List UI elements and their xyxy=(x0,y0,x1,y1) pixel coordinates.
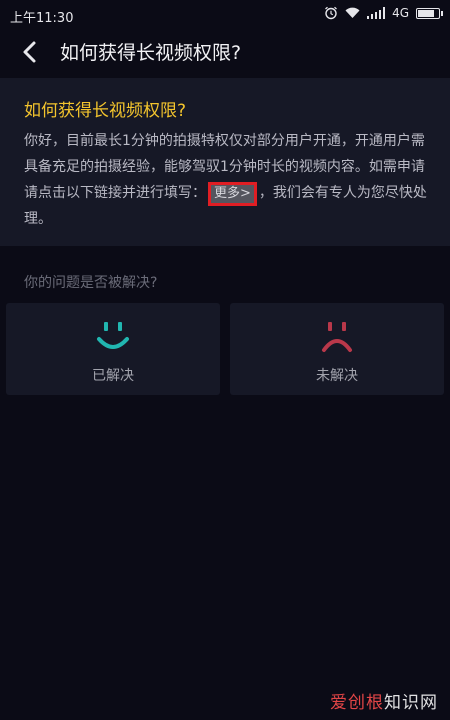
watermark-part1: 爱创根 xyxy=(330,693,384,713)
smile-icon xyxy=(97,322,129,349)
answer-heading: 如何获得长视频权限? xyxy=(24,101,187,121)
unresolved-label: 未解决 xyxy=(316,368,358,384)
nav-header: 如何获得长视频权限? xyxy=(0,30,450,74)
watermark: 爱创根知识网 xyxy=(330,688,438,713)
alarm-icon xyxy=(324,6,337,20)
status-bar: 上午11:30 4G xyxy=(0,0,450,30)
status-icons: 4G xyxy=(324,6,443,20)
battery-icon xyxy=(416,7,443,19)
answer-body: 你好，目前最长1分钟的拍摄特权仅对部分用户开通，开通用户需具备充足的拍摄经验，能… xyxy=(24,128,428,232)
resolved-button[interactable]: 已解决 xyxy=(6,303,220,395)
feedback-question: 你的问题是否被解决? xyxy=(24,275,158,291)
resolved-label: 已解决 xyxy=(92,368,134,384)
frown-icon xyxy=(322,322,352,352)
network-type: 4G xyxy=(392,6,409,20)
wifi-icon xyxy=(345,7,360,19)
unresolved-button[interactable]: 未解决 xyxy=(230,303,444,395)
answer-card: 如何获得长视频权限? 你好，目前最长1分钟的拍摄特权仅对部分用户开通，开通用户需… xyxy=(0,78,450,246)
screen: 上午11:30 4G 如何获得长视频权限? 如何获得长视频权限? 你好，目前最长… xyxy=(0,0,450,720)
page-title: 如何获得长视频权限? xyxy=(60,42,242,64)
signal-icon xyxy=(366,7,386,19)
more-link[interactable]: 更多> xyxy=(208,182,257,206)
back-chevron-icon[interactable] xyxy=(18,39,44,65)
watermark-part2: 知识网 xyxy=(384,693,438,713)
status-time: 上午11:30 xyxy=(10,11,74,26)
